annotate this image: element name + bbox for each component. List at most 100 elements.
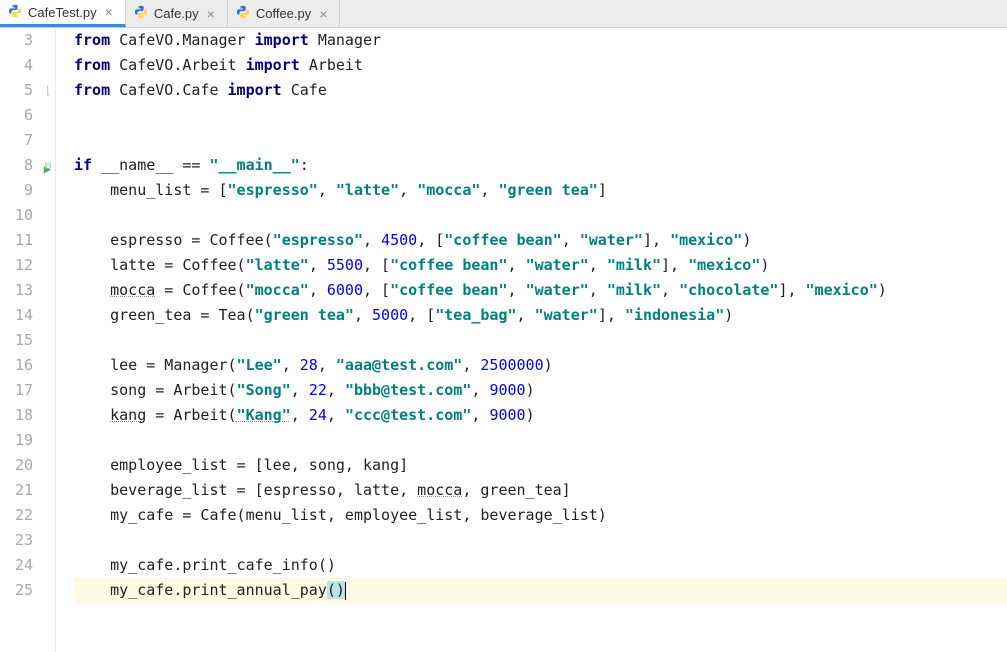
line-number: 13: [0, 278, 55, 303]
code-line[interactable]: from CafeVO.Manager import Manager: [74, 28, 1007, 53]
line-number: 19: [0, 428, 55, 453]
token: "espresso": [228, 181, 318, 199]
fold-end-icon[interactable]: ⌊: [42, 78, 54, 103]
tab-cafetest-py[interactable]: CafeTest.py ×: [0, 0, 126, 27]
line-number: 22: [0, 503, 55, 528]
token: from: [74, 81, 119, 99]
code-line[interactable]: menu_list = ["espresso", "latte", "mocca…: [74, 178, 1007, 203]
token: :: [300, 156, 309, 174]
token: ): [742, 231, 751, 249]
token: "espresso": [273, 231, 363, 249]
close-icon[interactable]: ×: [317, 7, 329, 21]
code-line[interactable]: ⌊from CafeVO.Cafe import Cafe: [74, 78, 1007, 103]
tab-label: CafeTest.py: [28, 5, 97, 20]
token: "green tea": [255, 306, 354, 324]
token: mocca: [417, 481, 462, 499]
token: green_tea = Tea(: [74, 306, 255, 324]
code-line[interactable]: [74, 128, 1007, 153]
token: latte = Coffee(: [74, 256, 246, 274]
token: ,: [309, 256, 327, 274]
code-line[interactable]: [74, 103, 1007, 128]
token: ,: [471, 406, 489, 424]
token: "green tea": [498, 181, 597, 199]
line-number: 7: [0, 128, 55, 153]
token: "Lee": [237, 356, 282, 374]
code-line[interactable]: [74, 328, 1007, 353]
code-area[interactable]: from CafeVO.Manager import Managerfrom C…: [56, 28, 1007, 652]
code-line[interactable]: my_cafe.print_cafe_info(): [74, 553, 1007, 578]
token: ,: [327, 381, 345, 399]
tab-label: Cafe.py: [154, 6, 199, 21]
python-file-icon: [8, 4, 22, 21]
line-number: 6: [0, 103, 55, 128]
line-number: 14: [0, 303, 55, 328]
token: "aaa@test.com": [336, 356, 462, 374]
token: "water": [535, 306, 598, 324]
tab-coffee-py[interactable]: Coffee.py×: [228, 0, 341, 27]
token: , [: [363, 256, 390, 274]
tab-cafe-py[interactable]: Cafe.py ×: [126, 0, 228, 27]
token: CafeVO.Manager: [119, 31, 254, 49]
token: menu_list = [: [74, 181, 228, 199]
code-line[interactable]: kang = Arbeit("Kang", 24, "ccc@test.com"…: [74, 403, 1007, 428]
token: espresso = Coffee(: [74, 231, 273, 249]
close-icon[interactable]: ×: [205, 7, 217, 21]
text-caret: [345, 582, 346, 600]
line-number: 25: [0, 578, 55, 603]
token: song = Arbeit(: [74, 381, 237, 399]
fold-start-icon[interactable]: ⊟: [42, 153, 54, 178]
token: ): [878, 281, 887, 299]
token: 24: [309, 406, 327, 424]
code-line[interactable]: [74, 203, 1007, 228]
token: Manager: [318, 31, 381, 49]
close-icon[interactable]: ×: [103, 5, 115, 19]
code-line[interactable]: latte = Coffee("latte", 5500, ["coffee b…: [74, 253, 1007, 278]
token: "tea_bag": [435, 306, 516, 324]
token: ): [526, 381, 535, 399]
token: "Kang": [237, 406, 291, 424]
code-line[interactable]: from CafeVO.Arbeit import Arbeit: [74, 53, 1007, 78]
line-number: 16: [0, 353, 55, 378]
token: ): [724, 306, 733, 324]
code-line[interactable]: employee_list = [lee, song, kang]: [74, 453, 1007, 478]
code-line[interactable]: beverage_list = [espresso, latte, mocca,…: [74, 478, 1007, 503]
token: ,: [318, 181, 336, 199]
token: , green_tea]: [462, 481, 570, 499]
code-line[interactable]: mocca = Coffee("mocca", 6000, ["coffee b…: [74, 278, 1007, 303]
line-number: 18: [0, 403, 55, 428]
token: Arbeit: [309, 56, 363, 74]
line-number: 3: [0, 28, 55, 53]
token: "mocca": [246, 281, 309, 299]
token: "latte": [336, 181, 399, 199]
code-line[interactable]: song = Arbeit("Song", 22, "bbb@test.com"…: [74, 378, 1007, 403]
token: ],: [778, 281, 805, 299]
token: my_cafe.print_cafe_info(): [74, 556, 336, 574]
token: employee_list = [lee, song, kang]: [74, 456, 408, 474]
code-line[interactable]: my_cafe.print_annual_pay(): [74, 578, 1007, 603]
token: Cafe: [291, 81, 327, 99]
token: [74, 281, 110, 299]
token: = Arbeit(: [146, 406, 236, 424]
code-line[interactable]: lee = Manager("Lee", 28, "aaa@test.com",…: [74, 353, 1007, 378]
token: , [: [417, 231, 444, 249]
token: CafeVO.Cafe: [119, 81, 227, 99]
token: ,: [661, 281, 679, 299]
line-number: 10: [0, 203, 55, 228]
code-line[interactable]: [74, 428, 1007, 453]
token: my_cafe.print_annual_pay: [74, 581, 327, 599]
code-line[interactable]: ⊟if __name__ == "__main__":: [74, 153, 1007, 178]
token: , [: [363, 281, 390, 299]
token: ): [336, 581, 345, 599]
token: , [: [408, 306, 435, 324]
token: "latte": [246, 256, 309, 274]
token: "mexico": [670, 231, 742, 249]
code-line[interactable]: green_tea = Tea("green tea", 5000, ["tea…: [74, 303, 1007, 328]
code-line[interactable]: espresso = Coffee("espresso", 4500, ["co…: [74, 228, 1007, 253]
token: "mocca": [417, 181, 480, 199]
code-editor[interactable]: 345678▶910111213141516171819202122232425…: [0, 28, 1007, 652]
token: ,: [318, 356, 336, 374]
token: ,: [589, 256, 607, 274]
code-line[interactable]: [74, 528, 1007, 553]
code-line[interactable]: my_cafe = Cafe(menu_list, employee_list,…: [74, 503, 1007, 528]
line-number: 9: [0, 178, 55, 203]
